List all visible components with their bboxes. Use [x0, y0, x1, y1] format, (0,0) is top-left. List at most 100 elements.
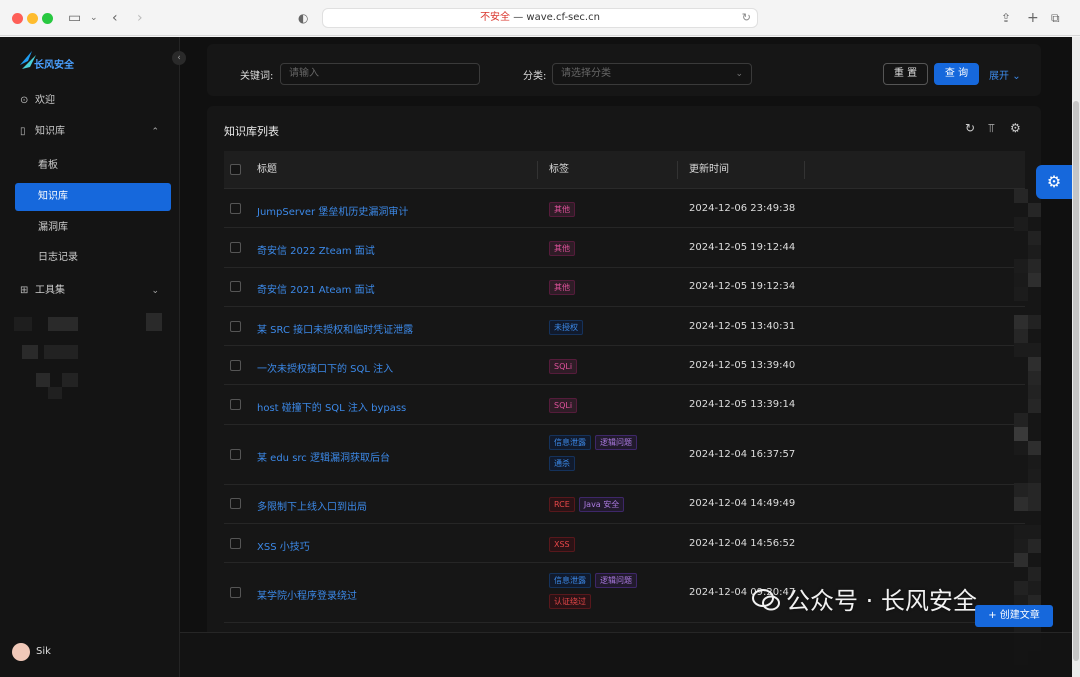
row-title-link[interactable]: JumpServer 堡垒机历史漏洞审计: [257, 203, 408, 218]
row-title-link[interactable]: 某学院小程序登录绕过: [257, 587, 357, 602]
row-checkbox[interactable]: [230, 281, 241, 293]
redacted-pixel: [1028, 469, 1041, 483]
row-tags: 信息泄露 逻辑问题 认证绕过: [549, 573, 669, 615]
sidebar-toggle-icon[interactable]: ▭: [68, 9, 81, 27]
avatar: [12, 643, 30, 661]
address-bar[interactable]: 不安全 — wave.cf-sec.cn ↻: [322, 8, 758, 28]
url-host: wave.cf-sec.cn: [526, 12, 600, 23]
row-checkbox[interactable]: [230, 241, 241, 253]
watermark: 公众号 · 长风安全: [752, 581, 977, 616]
sidebar-item-logs[interactable]: 日志记录: [15, 244, 171, 272]
column-header-title: 标题: [257, 164, 277, 175]
theme-settings-button[interactable]: ⚙: [1036, 165, 1072, 199]
redacted-pixel: [1014, 413, 1028, 427]
tag-badge: 其他: [549, 280, 575, 296]
settings-icon[interactable]: ⚙: [1010, 121, 1021, 135]
category-select[interactable]: 请选择分类 ⌄: [552, 63, 752, 85]
query-button[interactable]: 查 询: [934, 63, 979, 85]
row-tags: SQLi: [549, 358, 669, 380]
chevron-down-icon[interactable]: ⌄: [90, 9, 98, 27]
table-row[interactable]: 某 SRC 接口未授权和临时凭证泄露 未授权 2024-12-05 13:40:31: [224, 307, 1025, 347]
book-icon: ▯: [20, 126, 26, 137]
user-name: Sik: [36, 646, 51, 657]
row-checkbox[interactable]: [230, 537, 241, 549]
insecure-label: 不安全: [480, 12, 511, 23]
sidebar-item-knowledge[interactable]: ▯ 知识库 ⌃: [15, 118, 171, 146]
redacted-pixel: [1014, 189, 1028, 203]
row-title-link[interactable]: 某 SRC 接口未授权和临时凭证泄露: [257, 321, 413, 336]
refresh-icon[interactable]: ↻: [965, 121, 975, 135]
sidebar-item-tools[interactable]: ⊞ 工具集 ⌄: [15, 277, 171, 305]
minimize-window-button[interactable]: [27, 13, 38, 24]
table-row[interactable]: 奇安信 2022 Zteam 面试 其他 2024-12-05 19:12:44: [224, 228, 1025, 268]
keyword-placeholder: 请输入: [289, 68, 319, 79]
create-article-button[interactable]: + 创建文章: [975, 605, 1053, 627]
tag-badge: 信息泄露: [549, 573, 591, 589]
row-title-link[interactable]: 奇安信 2021 Ateam 面试: [257, 281, 375, 296]
row-checkbox[interactable]: [230, 498, 241, 510]
row-checkbox[interactable]: [230, 399, 241, 411]
table-row[interactable]: XSS 小技巧 XSS 2024-12-04 14:56:52: [224, 524, 1025, 564]
sidebar-item-knowledge-base[interactable]: 知识库: [15, 183, 171, 211]
table-row[interactable]: host 碰撞下的 SQL 注入 bypass SQLi 2024-12-05 13…: [224, 386, 1025, 425]
row-checkbox[interactable]: [230, 448, 241, 460]
row-title-link[interactable]: 某 edu src 逻辑漏洞获取后台: [257, 449, 390, 464]
expand-button[interactable]: 展开 ⌄: [989, 67, 1021, 82]
new-tab-icon[interactable]: +: [1027, 9, 1039, 27]
tag-badge: SQLi: [549, 358, 578, 374]
row-tags: 信息泄露 逻辑问题 通杀: [549, 434, 669, 477]
tag-badge: 通杀: [549, 455, 575, 471]
category-placeholder: 请选择分类: [561, 68, 611, 79]
table-row[interactable]: 某 edu src 逻辑漏洞获取后台 信息泄露 逻辑问题 通杀 2024-12-04 1…: [224, 425, 1025, 485]
redacted-pixel: [1028, 245, 1041, 259]
row-updated-time: 2024-12-05 13:39:14: [689, 399, 796, 411]
row-title-link[interactable]: 多限制下上线入口到出局: [257, 498, 367, 513]
wechat-icon: [752, 589, 780, 611]
table-row[interactable]: 多限制下上线入口到出局 RCE Java 安全 2024-12-04 14:49:49: [224, 485, 1025, 525]
grid-icon: ⊞: [20, 285, 29, 296]
zoom-window-button[interactable]: [42, 13, 53, 24]
row-title-link[interactable]: 奇安信 2022 Zteam 面试: [257, 242, 375, 257]
sidebar-item-welcome[interactable]: ⊙ 欢迎: [15, 87, 171, 115]
tab-overview-icon[interactable]: ⧉: [1051, 9, 1060, 27]
table-row[interactable]: 一次未授权接口下的 SQL 注入 SQLi 2024-12-05 13:39:40: [224, 346, 1025, 386]
close-window-button[interactable]: [12, 13, 23, 24]
row-checkbox[interactable]: [230, 202, 241, 214]
watermark-text: 公众号 · 长风安全: [786, 587, 977, 615]
row-checkbox[interactable]: [230, 587, 241, 599]
back-icon[interactable]: ‹: [112, 9, 118, 27]
row-updated-time: 2024-12-05 13:40:31: [689, 320, 796, 332]
redacted-pixel: [1028, 273, 1041, 287]
keyword-input[interactable]: 请输入: [280, 63, 480, 85]
row-title-link[interactable]: XSS 小技巧: [257, 538, 310, 553]
sidebar-collapse-button[interactable]: ‹: [172, 51, 186, 65]
table-row[interactable]: 奇安信 2021 Ateam 面试 其他 2024-12-05 19:12:34: [224, 268, 1025, 307]
table-title: 知识库列表: [224, 125, 279, 138]
row-checkbox[interactable]: [230, 359, 241, 371]
select-all-checkbox[interactable]: [230, 164, 241, 175]
chevron-down-icon: ⌄: [151, 286, 159, 296]
logo-text: 长风安全: [34, 60, 74, 71]
page-scrollbar[interactable]: [1072, 37, 1080, 677]
reload-icon[interactable]: ↻: [742, 9, 751, 27]
forward-icon[interactable]: ›: [137, 9, 143, 27]
shield-icon[interactable]: ◐: [298, 9, 308, 27]
table-row[interactable]: JumpServer 堡垒机历史漏洞审计 其他 2024-12-06 23:49:3…: [224, 189, 1025, 229]
redacted-pixel: [1028, 399, 1041, 413]
browser-toolbar: ▭ ⌄ ‹ › ◐ 不安全 — wave.cf-sec.cn ↻ ⇪ + ⧉: [0, 0, 1080, 36]
row-checkbox[interactable]: [230, 320, 241, 332]
redacted-pixel: [1028, 497, 1041, 511]
sidebar-item-dashboard[interactable]: 看板: [15, 152, 171, 180]
reset-button[interactable]: 重 置: [883, 63, 928, 85]
chevron-down-icon: ⌄: [1012, 71, 1021, 82]
sidebar: 长风安全 ⊙ 欢迎 ▯ 知识库 ⌃ 看板 知识库 漏洞库 日志记录 ⊞ 工具集 …: [0, 37, 180, 677]
scrollbar-thumb[interactable]: [1073, 101, 1079, 661]
redacted-pixel: [1014, 287, 1028, 301]
row-title-link[interactable]: host 碰撞下的 SQL 注入 bypass: [257, 399, 406, 414]
share-icon[interactable]: ⇪: [1001, 9, 1011, 27]
redacted-pixel: [1014, 315, 1028, 329]
row-updated-time: 2024-12-05 19:12:44: [689, 241, 796, 253]
sidebar-item-vuln-library[interactable]: 漏洞库: [15, 214, 171, 242]
row-title-link[interactable]: 一次未授权接口下的 SQL 注入: [257, 360, 393, 375]
density-icon[interactable]: ⫪: [988, 121, 995, 136]
